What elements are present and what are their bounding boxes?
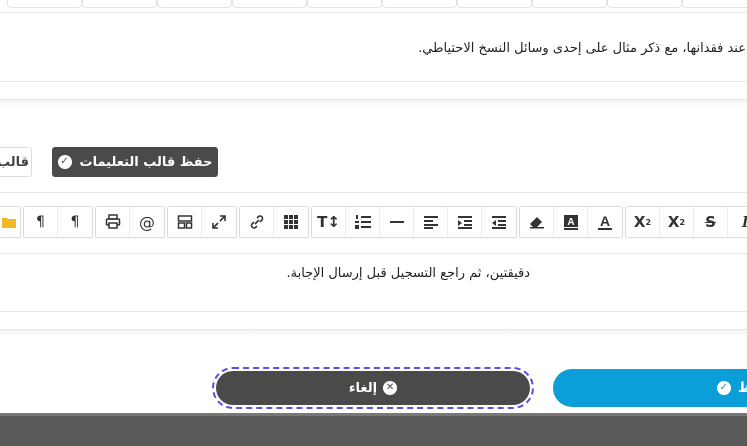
section-divider <box>0 330 747 338</box>
toolbar-group-layout <box>167 206 237 238</box>
save-button[interactable]: حفظ ✓ <box>553 369 747 407</box>
align-icon[interactable] <box>414 207 448 237</box>
save-template-button[interactable]: حفظ قالب التعليمات ✓ <box>52 147 218 177</box>
svg-text:A: A <box>567 217 574 228</box>
print-icon[interactable] <box>96 207 130 237</box>
toolbar-group-print: @ <box>95 206 165 238</box>
cancel-label: إلغاء <box>348 380 378 396</box>
highlight-icon[interactable]: A <box>554 207 588 237</box>
toolbar-button[interactable] <box>7 0 82 8</box>
cancel-focus-ring: ✕ إلغاء <box>212 367 534 409</box>
at-icon[interactable]: @ <box>130 207 164 237</box>
save-label: حفظ <box>737 380 747 396</box>
template-button-row: قالب حفظ قالب التعليمات ✓ <box>0 146 747 178</box>
unlink-icon[interactable] <box>240 207 274 237</box>
folder-icon[interactable] <box>0 207 20 237</box>
text-size-icon[interactable]: T↕ <box>312 207 346 237</box>
pilcrow-ltr-icon[interactable]: ¶ <box>58 207 92 237</box>
toolbar-button[interactable] <box>157 0 232 8</box>
save-template-label: حفظ قالب التعليمات <box>79 154 213 170</box>
eraser-icon[interactable] <box>520 207 554 237</box>
toolbar-button[interactable] <box>457 0 532 8</box>
strikethrough-icon[interactable]: S <box>694 207 728 237</box>
top-toolbar <box>0 0 747 10</box>
outdent-icon[interactable] <box>482 207 516 237</box>
horizontal-rule-icon[interactable] <box>380 207 414 237</box>
fullscreen-icon[interactable] <box>202 207 236 237</box>
instructions-editor[interactable]: دقيقتين، ثم راجع التسجيل قبل إرسال الإجا… <box>0 254 747 312</box>
template-button[interactable]: قالب <box>0 147 32 177</box>
toolbar-group-color: A A <box>519 206 623 238</box>
toolbar-group-insert <box>239 206 309 238</box>
toolbar-button[interactable] <box>307 0 382 8</box>
close-circle-icon: ✕ <box>383 381 398 395</box>
check-circle-icon: ✓ <box>716 381 731 395</box>
italic-icon[interactable]: I <box>728 207 747 237</box>
toolbar-button[interactable] <box>382 0 457 8</box>
section-divider <box>0 100 747 108</box>
editor-statusbar <box>0 82 747 100</box>
editor-text: عند فقدانها، مع ذكر مثال على إحدى وسائل … <box>418 41 746 56</box>
toolbar-group-direction: ¶ ¶ <box>23 206 93 238</box>
editor-text: دقيقتين، ثم راجع التسجيل قبل إرسال الإجا… <box>286 266 530 281</box>
toolbar-group-misc <box>0 206 21 238</box>
toolbar-button[interactable] <box>82 0 157 8</box>
superscript-icon[interactable]: X2 <box>626 207 660 237</box>
toolbar-button[interactable] <box>607 0 682 8</box>
pilcrow-rtl-icon[interactable]: ¶ <box>24 207 58 237</box>
font-color-icon[interactable]: A <box>588 207 622 237</box>
toolbar-button[interactable] <box>682 0 747 8</box>
table-icon[interactable] <box>274 207 308 237</box>
toolbar-button[interactable] <box>232 0 307 8</box>
toolbar-group-paragraph: T↕ <box>311 206 517 238</box>
question-editor[interactable]: عند فقدانها، مع ذكر مثال على إحدى وسائل … <box>0 12 747 82</box>
toolbar-button[interactable] <box>532 0 607 8</box>
toolbar-group-format: X2 X2 S I <box>625 206 747 238</box>
cancel-button[interactable]: ✕ إلغاء <box>216 371 530 405</box>
rich-text-toolbar: ¶ ¶ @ T↕ A A X 2 X 2 S <box>0 192 747 254</box>
svg-text:A: A <box>600 214 610 229</box>
template-button-label: قالب <box>0 154 29 170</box>
editor-statusbar <box>0 312 747 330</box>
indent-icon[interactable] <box>448 207 482 237</box>
template-icon[interactable] <box>168 207 202 237</box>
check-circle-icon: ✓ <box>57 155 72 169</box>
page-footer <box>0 413 747 446</box>
subscript-icon[interactable]: X2 <box>660 207 694 237</box>
footer-divider <box>0 413 747 416</box>
ordered-list-icon[interactable] <box>346 207 380 237</box>
